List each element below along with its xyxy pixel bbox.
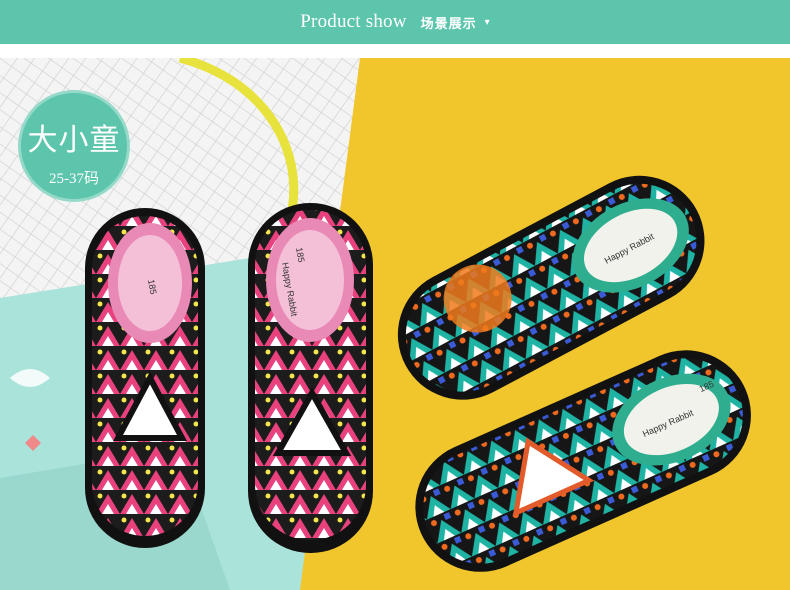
section-header: Product show 场景展示 ▾: [0, 0, 790, 44]
product-scene-photo: 185 185 Happy Rabbit Happy Rabbit Happy …: [0, 58, 790, 590]
badge-size-range: 25-37码: [49, 171, 99, 187]
chevron-down-icon: ▾: [484, 16, 490, 28]
header-title-cn: 场景展示: [420, 15, 477, 31]
header-title-en: Product show: [300, 11, 407, 32]
badge-title: 大小童: [27, 124, 121, 157]
size-badge: 大小童 25-37码: [18, 90, 130, 202]
